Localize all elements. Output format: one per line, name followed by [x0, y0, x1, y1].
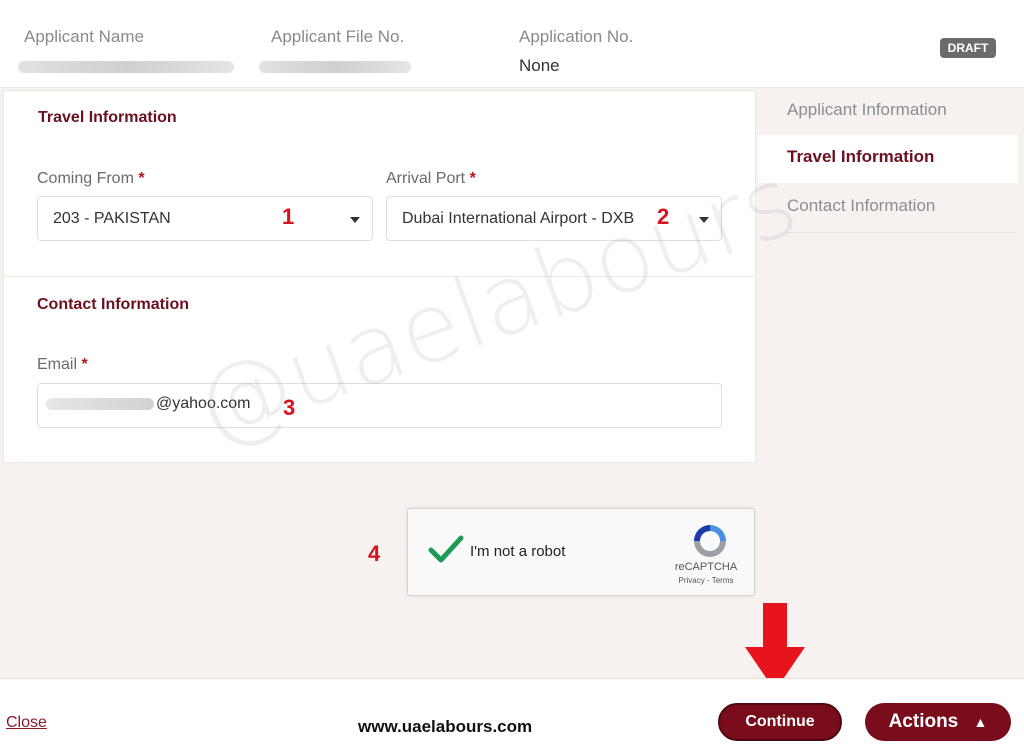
recaptcha-brand: reCAPTCHA: [674, 561, 738, 573]
application-no-label: Application No.: [519, 27, 634, 46]
applicant-name-label: Applicant Name: [24, 27, 145, 46]
recaptcha-widget: I'm not a robot reCAPTCHA Privacy - Term…: [407, 508, 755, 596]
application-no-column: Application No. None: [519, 27, 633, 76]
applicant-file-column: Applicant File No.: [259, 27, 411, 73]
coming-from-value: 203 - PAKISTAN: [53, 210, 171, 227]
annotation-number-4: 4: [368, 541, 381, 566]
continue-button[interactable]: Continue: [718, 703, 842, 741]
recaptcha-logo-icon: [694, 525, 726, 557]
chevron-up-icon: ▲: [973, 714, 988, 730]
application-no-value: None: [519, 56, 560, 75]
checkmark-icon[interactable]: [426, 529, 466, 569]
footer-bar: Close www.uaelabours.com Continue Action…: [0, 678, 1024, 744]
arrival-port-label: Arrival Port *: [386, 170, 476, 188]
applicant-header: Applicant Name Applicant File No. Applic…: [0, 0, 1024, 88]
coming-from-select[interactable]: 203 - PAKISTAN: [37, 196, 373, 241]
applicant-file-label: Applicant File No.: [271, 27, 405, 46]
required-asterisk: *: [469, 170, 476, 187]
recaptcha-label: I'm not a robot: [470, 543, 566, 560]
recaptcha-terms[interactable]: Privacy - Terms: [666, 576, 746, 585]
annotation-number-1: 1: [282, 204, 295, 229]
site-url-text: www.uaelabours.com: [358, 717, 533, 736]
coming-from-label: Coming From *: [37, 170, 145, 188]
side-nav-divider: [787, 232, 1018, 233]
applicant-name-value-redacted: [18, 61, 234, 73]
actions-button[interactable]: Actions ▲: [865, 703, 1011, 741]
close-link[interactable]: Close: [6, 714, 47, 732]
draft-status-badge: DRAFT: [940, 38, 996, 58]
actions-label: Actions: [888, 711, 959, 732]
email-label-text: Email: [37, 356, 78, 373]
applicant-file-value-redacted: [259, 61, 411, 73]
applicant-name-column: Applicant Name: [18, 27, 234, 73]
required-asterisk: *: [138, 170, 145, 187]
side-nav-item-travel-information[interactable]: Travel Information: [758, 135, 1018, 183]
email-local-part-redacted: [46, 397, 154, 410]
email-label: Email *: [37, 356, 88, 374]
travel-section-title: Travel Information: [38, 109, 177, 126]
side-nav-item-applicant-information[interactable]: Applicant Information: [758, 88, 1018, 136]
required-asterisk: *: [81, 356, 88, 373]
caret-down-icon: [350, 217, 360, 223]
contact-section-title: Contact Information: [37, 296, 189, 313]
arrival-port-label-text: Arrival Port: [386, 170, 466, 187]
coming-from-label-text: Coming From: [37, 170, 134, 187]
